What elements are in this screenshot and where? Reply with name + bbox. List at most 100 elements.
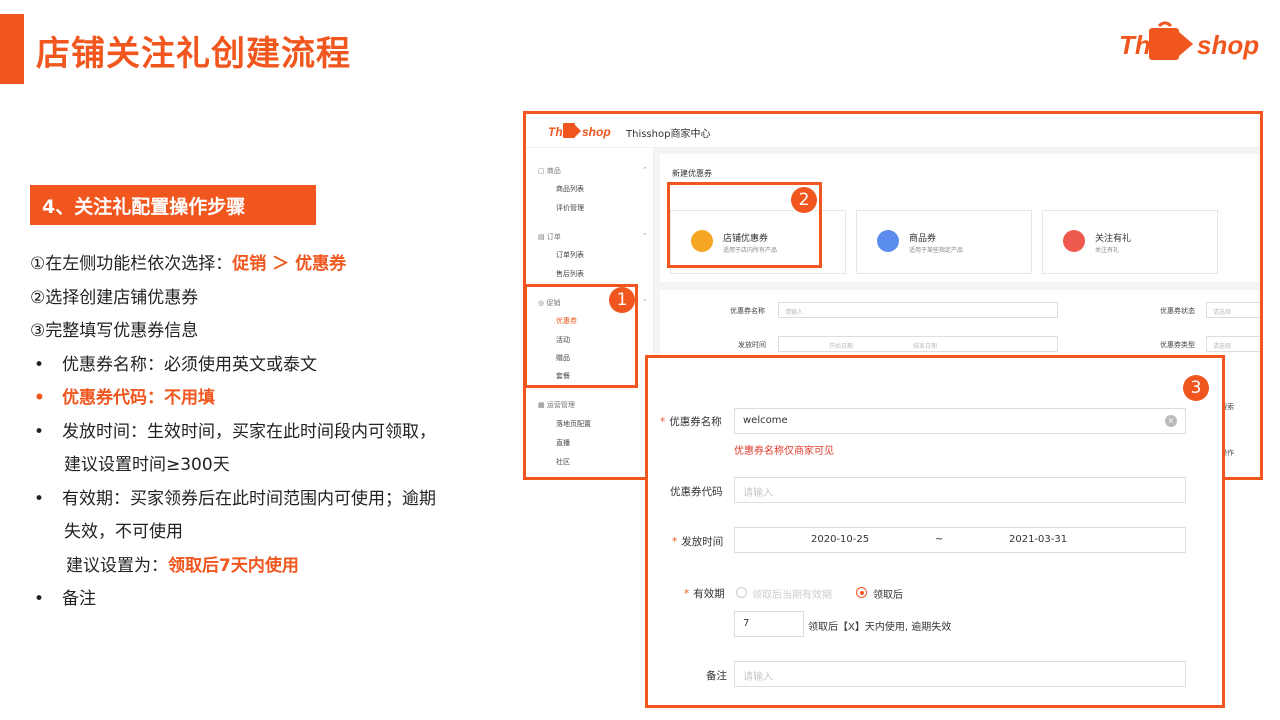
issue-time-label: * 发放时间 xyxy=(672,534,723,549)
bullet-dot: • xyxy=(34,421,45,442)
sidebar-group-orders[interactable]: ▤ 订单 xyxy=(538,232,561,242)
mock-brand-left-text: This xyxy=(548,125,573,139)
bullet-text: 备注 xyxy=(62,589,96,609)
chevron-up-icon[interactable]: ⌃ xyxy=(642,298,648,306)
instruction-1-text: ①在左侧功能栏依次选择： xyxy=(30,254,233,274)
filter-coupon-status-select[interactable]: 请选择 xyxy=(1206,302,1260,318)
bullet-text: 有效期：买家领券后在此时间范围内可使用；逾期 xyxy=(62,488,436,509)
filter-coupon-name-label: 优惠券名称 xyxy=(730,307,765,315)
chevron-up-icon[interactable]: ⌃ xyxy=(642,166,648,174)
card-subtitle: 适用于某些指定产品 xyxy=(909,247,964,254)
bullet-text: 优惠券名称：必须使用英文或泰文 xyxy=(62,354,317,375)
filter-date-range[interactable]: 开始日期 结束日期 xyxy=(778,336,1058,352)
instruction-2: ②选择创建店铺优惠券 xyxy=(30,287,199,308)
title-accent-bar xyxy=(0,14,24,84)
end-date: 2021-03-31 xyxy=(1009,534,1068,545)
issue-time-range-input[interactable]: 2020-10-25 ~ 2021-03-31 xyxy=(734,527,1186,553)
sidebar-group-products[interactable]: ▢ 商品 xyxy=(538,166,561,176)
product-coupon-card[interactable]: 商品券 适用于某些指定产品 xyxy=(856,210,1032,274)
coupon-name-label: * 优惠券名称 xyxy=(660,414,722,429)
sidebar-item-aftersales[interactable]: 售后列表 xyxy=(556,269,584,279)
mock-topbar: This shop Thisshop商家中心 xyxy=(526,114,1260,148)
thisshop-logo: This shop xyxy=(1119,21,1259,60)
coupon-name-input[interactable]: welcome × xyxy=(734,408,1186,434)
step-badge-2: 2 xyxy=(791,187,817,213)
end-date-ph: 结束日期 xyxy=(913,343,938,350)
bullet-validity-cont: 失效，不可使用 xyxy=(64,522,183,542)
label-text: 优惠券名称 xyxy=(669,416,722,428)
start-date: 2020-10-25 xyxy=(811,534,870,545)
new-coupon-title: 新建优惠券 xyxy=(672,169,712,178)
validity-option-fixed-radio[interactable] xyxy=(736,587,747,598)
sidebar-item-reviews[interactable]: 评价管理 xyxy=(556,203,584,213)
start-date-ph: 开始日期 xyxy=(829,343,854,350)
input-placeholder: 请输入 xyxy=(743,488,773,499)
chevron-up-icon[interactable]: ⌃ xyxy=(642,232,648,240)
instruction-list: ①在左侧功能栏依次选择：促销 ＞ 优惠券 ②选择创建店铺优惠券 ③完整填写优惠券… xyxy=(30,248,510,617)
instruction-1-highlight: 促销 ＞ 优惠券 xyxy=(232,254,347,274)
filter-issue-time-label: 发放时间 xyxy=(738,341,766,349)
validity-option-fixed-text: 领取后当期有效期 xyxy=(752,590,832,601)
brand-left-text: This xyxy=(1119,30,1172,60)
card-title: 关注有礼 xyxy=(1095,234,1132,244)
bullet-remark: • 备注 xyxy=(30,583,510,617)
mock-logo-icon: This shop xyxy=(548,123,611,139)
bullet-validity: • 有效期：买家领券后在此时间范围内可使用；逾期 xyxy=(30,483,510,517)
bullet-issue-time: • 发放时间：生效时间，买家在此时间段内可领取， xyxy=(30,416,510,450)
product-coupon-icon xyxy=(877,230,899,252)
instruction-3: ③完整填写优惠券信息 xyxy=(30,321,199,341)
sidebar-item-live[interactable]: 直播 xyxy=(556,438,570,448)
sidebar-item-order-list[interactable]: 订单列表 xyxy=(556,250,584,260)
brand-right-text: shop xyxy=(1197,30,1259,60)
bullet-coupon-name: • 优惠券名称：必须使用英文或泰文 xyxy=(30,349,510,383)
step-heading: 4、关注礼配置操作步骤 xyxy=(30,185,316,225)
filter-coupon-type-label: 优惠券类型 xyxy=(1160,341,1195,349)
required-marker: * xyxy=(684,588,690,600)
sidebar-item-landing[interactable]: 落地页配置 xyxy=(556,419,591,429)
bullet-validity-suggestion: 建议设置为：领取后7天内使用 xyxy=(30,550,510,584)
follow-gift-card[interactable]: 关注有礼 关注有礼 xyxy=(1042,210,1218,274)
bullet-text: 优惠券代码：不用填 xyxy=(62,388,215,408)
suggestion-highlight: 领取后7天内使用 xyxy=(168,555,299,576)
step-badge-3: 3 xyxy=(1183,375,1209,401)
validity-label: * 有效期 xyxy=(684,586,725,601)
coupon-create-form: 3 * 优惠券名称 welcome × 优惠券名称仅商家可见 优惠券代码 请输入 … xyxy=(645,355,1225,708)
instruction-1: ①在左侧功能栏依次选择：促销 ＞ 优惠券 xyxy=(30,248,510,282)
sidebar-group-operations[interactable]: ▦ 运营管理 xyxy=(538,400,575,410)
suggestion-text: 建议设置为： xyxy=(66,555,168,576)
label-text: 有效期 xyxy=(693,588,725,600)
group-label: 订单 xyxy=(546,233,561,241)
mock-brand-right-text: shop xyxy=(582,125,611,139)
remark-label: 备注 xyxy=(706,670,727,682)
input-value: welcome xyxy=(743,415,788,426)
sidebar-item-product-list[interactable]: 商品列表 xyxy=(556,184,584,194)
group-label: 商品 xyxy=(546,167,561,175)
heart-icon xyxy=(1063,230,1085,252)
filter-coupon-status-label: 优惠券状态 xyxy=(1160,307,1195,315)
bullet-issue-time-cont: 建议设置时间≥300天 xyxy=(64,455,230,475)
validity-option-after-claim-radio[interactable] xyxy=(856,587,867,598)
mock-app-title: Thisshop商家中心 xyxy=(626,129,711,140)
bullet-dot: • xyxy=(34,354,45,375)
label-text: 发放时间 xyxy=(681,536,724,548)
bullet-text: 发放时间：生效时间，买家在此时间段内可领取， xyxy=(62,421,436,442)
remark-input[interactable]: 请输入 xyxy=(734,661,1186,687)
days-description: 领取后【X】天内使用, 逾期失效 xyxy=(808,622,952,633)
days-input[interactable]: 7 xyxy=(734,611,804,637)
group-label: 运营管理 xyxy=(546,401,575,409)
card-title: 商品券 xyxy=(909,234,937,244)
clear-icon[interactable]: × xyxy=(1165,415,1177,427)
slide-title: 店铺关注礼创建流程 xyxy=(36,34,351,74)
bullet-coupon-code: • 优惠券代码：不用填 xyxy=(30,382,510,416)
coupon-code-input[interactable]: 请输入 xyxy=(734,477,1186,503)
filter-coupon-name-input[interactable]: 请输入 xyxy=(778,302,1058,318)
bullet-dot: • xyxy=(34,589,45,609)
step-badge-1: 1 xyxy=(609,287,635,313)
required-marker: * xyxy=(660,416,666,428)
filter-coupon-type-select[interactable]: 请选择 xyxy=(1206,336,1260,352)
coupon-name-hint: 优惠券名称仅商家可见 xyxy=(734,446,834,457)
range-separator: ~ xyxy=(935,534,944,545)
sidebar-item-community[interactable]: 社区 xyxy=(556,457,570,467)
bullet-dot: • xyxy=(34,388,45,408)
card-subtitle: 关注有礼 xyxy=(1095,247,1120,254)
